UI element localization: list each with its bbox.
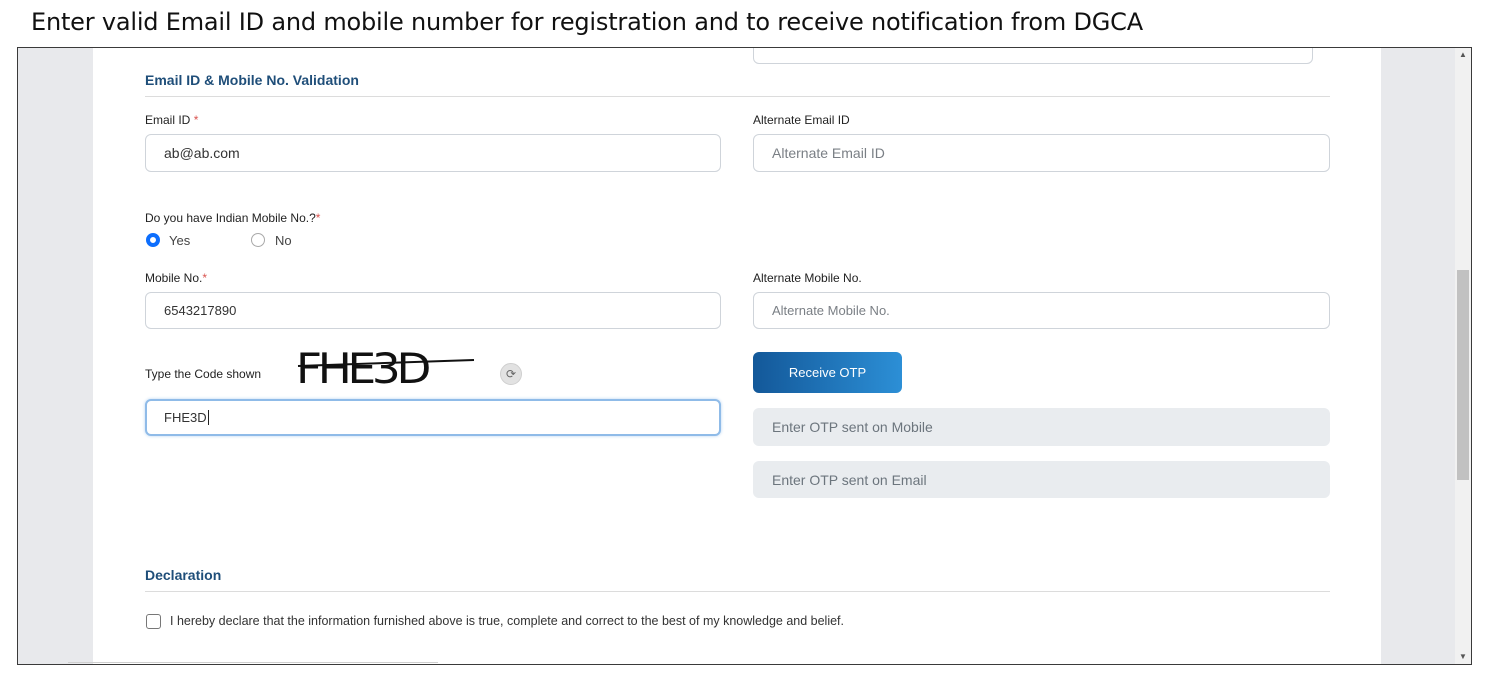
section-title-email-mobile: Email ID & Mobile No. Validation — [145, 72, 359, 88]
mobile-label: Mobile No.* — [145, 271, 208, 285]
text-caret — [207, 410, 209, 425]
captcha-input-value: FHE3D — [164, 410, 207, 425]
scrollbar-thumb[interactable] — [1457, 270, 1469, 480]
captcha-strike — [297, 359, 475, 367]
captcha-image: FHE3D — [296, 344, 476, 393]
otp-email-field[interactable]: Enter OTP sent on Email — [753, 461, 1330, 498]
captcha-input[interactable]: FHE3D — [145, 399, 721, 436]
section-divider — [145, 96, 1330, 97]
email-value: ab@ab.com — [164, 145, 240, 161]
triangle-down-icon[interactable]: ▼ — [1455, 650, 1471, 664]
receive-otp-button[interactable]: Receive OTP — [753, 352, 902, 393]
radio-no[interactable] — [251, 233, 265, 247]
next-section-partial — [68, 662, 438, 663]
triangle-up-icon[interactable]: ▲ — [1455, 48, 1471, 62]
browser-viewport: Email ID & Mobile No. Validation Email I… — [17, 47, 1472, 665]
declaration-divider — [145, 591, 1330, 592]
email-field[interactable]: ab@ab.com — [145, 134, 721, 172]
instruction-caption: Enter valid Email ID and mobile number f… — [31, 8, 1143, 36]
otp-mobile-placeholder: Enter OTP sent on Mobile — [772, 419, 933, 435]
vertical-scrollbar[interactable]: ▲ ▼ — [1455, 48, 1471, 664]
captcha-label: Type the Code shown — [145, 367, 262, 381]
section-title-declaration: Declaration — [145, 567, 222, 583]
alt-email-field[interactable]: Alternate Email ID — [753, 134, 1330, 172]
radio-no-label[interactable]: No — [275, 233, 292, 248]
declaration-checkbox[interactable] — [146, 614, 161, 629]
indian-mobile-question: Do you have Indian Mobile No.?* — [145, 211, 321, 225]
mobile-field[interactable]: 6543217890 — [145, 292, 721, 329]
declaration-text: I hereby declare that the information fu… — [170, 614, 844, 628]
mobile-value: 6543217890 — [164, 303, 237, 318]
email-label: Email ID * — [145, 113, 199, 127]
radio-yes-label[interactable]: Yes — [169, 233, 190, 248]
previous-field[interactable] — [753, 48, 1313, 64]
alt-mobile-field[interactable]: Alternate Mobile No. — [753, 292, 1330, 329]
form-panel: Email ID & Mobile No. Validation Email I… — [68, 48, 1381, 664]
radio-yes[interactable] — [146, 233, 160, 247]
alt-email-label: Alternate Email ID — [753, 113, 850, 127]
alt-mobile-placeholder: Alternate Mobile No. — [772, 303, 890, 318]
refresh-icon[interactable]: ⟳ — [500, 363, 522, 385]
otp-mobile-field[interactable]: Enter OTP sent on Mobile — [753, 408, 1330, 446]
otp-email-placeholder: Enter OTP sent on Email — [772, 471, 927, 488]
alt-email-placeholder: Alternate Email ID — [772, 145, 885, 161]
alt-mobile-label: Alternate Mobile No. — [753, 271, 862, 285]
